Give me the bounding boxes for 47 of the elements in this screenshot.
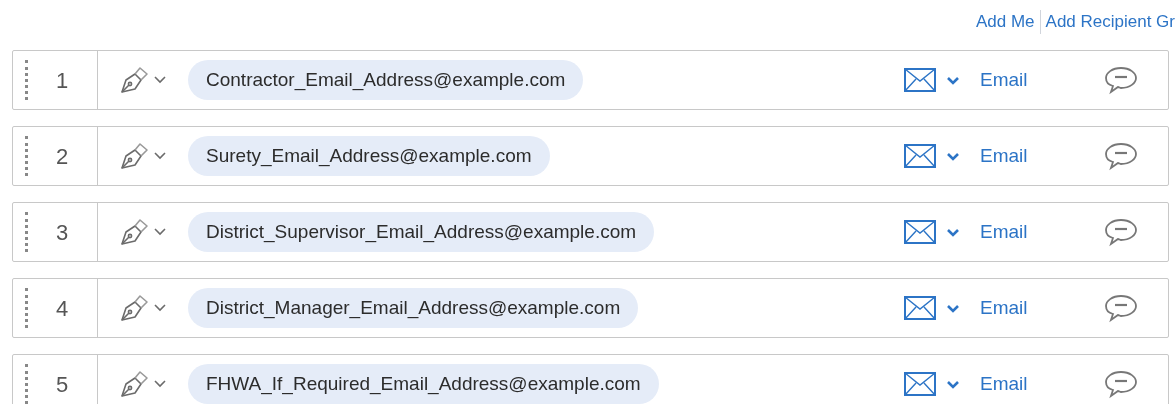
- email-field[interactable]: FHWA_If_Required_Email_Address@example.com: [188, 364, 659, 404]
- email-field[interactable]: District_Supervisor_Email_Address@example.com: [188, 212, 655, 252]
- email-field[interactable]: District_Manager_Email_Address@example.com: [188, 288, 639, 328]
- order-number: 4: [56, 294, 69, 323]
- envelope-icon[interactable]: [904, 372, 936, 396]
- speech-bubble-icon[interactable]: [1104, 293, 1138, 323]
- chevron-down-icon[interactable]: [154, 152, 166, 160]
- delivery-method[interactable]: Email: [980, 293, 1028, 323]
- drag-handle-icon[interactable]: [25, 60, 28, 100]
- envelope-icon[interactable]: [904, 296, 936, 320]
- pen-nib-icon: [118, 217, 150, 247]
- order-number: 2: [56, 142, 69, 171]
- pen-nib-icon: [118, 369, 150, 399]
- header-link[interactable]: Add Me: [975, 9, 1035, 35]
- speech-bubble-icon[interactable]: [1104, 141, 1138, 171]
- chevron-down-icon[interactable]: [946, 151, 960, 161]
- delivery-method[interactable]: Email: [980, 141, 1028, 171]
- speech-bubble-icon[interactable]: [1104, 369, 1138, 399]
- delivery-method[interactable]: Email: [980, 369, 1028, 399]
- chevron-down-icon[interactable]: [154, 76, 166, 84]
- order-number: 1: [56, 66, 69, 95]
- delivery-method[interactable]: Email: [980, 217, 1028, 247]
- delivery-method[interactable]: Email: [980, 65, 1028, 95]
- speech-bubble-icon[interactable]: [1104, 65, 1138, 95]
- header-link[interactable]: Add Recipient Gr: [1045, 9, 1175, 35]
- email-field[interactable]: Contractor_Email_Address@example.com: [188, 60, 584, 100]
- chevron-down-icon[interactable]: [946, 227, 960, 237]
- chevron-down-icon[interactable]: [946, 75, 960, 85]
- drag-handle-icon[interactable]: [25, 288, 28, 328]
- speech-bubble-icon[interactable]: [1104, 217, 1138, 247]
- drag-handle-icon[interactable]: [25, 364, 28, 404]
- pen-nib-icon: [118, 65, 150, 95]
- envelope-icon[interactable]: [904, 220, 936, 244]
- chevron-down-icon[interactable]: [946, 379, 960, 389]
- drag-handle-icon[interactable]: [25, 212, 28, 252]
- chevron-down-icon[interactable]: [154, 304, 166, 312]
- chevron-down-icon[interactable]: [154, 228, 166, 236]
- order-number: 5: [56, 370, 69, 399]
- envelope-icon[interactable]: [904, 68, 936, 92]
- chevron-down-icon[interactable]: [154, 380, 166, 388]
- drag-handle-icon[interactable]: [25, 136, 28, 176]
- envelope-icon[interactable]: [904, 144, 936, 168]
- pen-nib-icon: [118, 293, 150, 323]
- pen-nib-icon: [118, 141, 150, 171]
- order-number: 3: [56, 218, 69, 247]
- chevron-down-icon[interactable]: [946, 303, 960, 313]
- email-field[interactable]: Surety_Email_Address@example.com: [188, 136, 550, 176]
